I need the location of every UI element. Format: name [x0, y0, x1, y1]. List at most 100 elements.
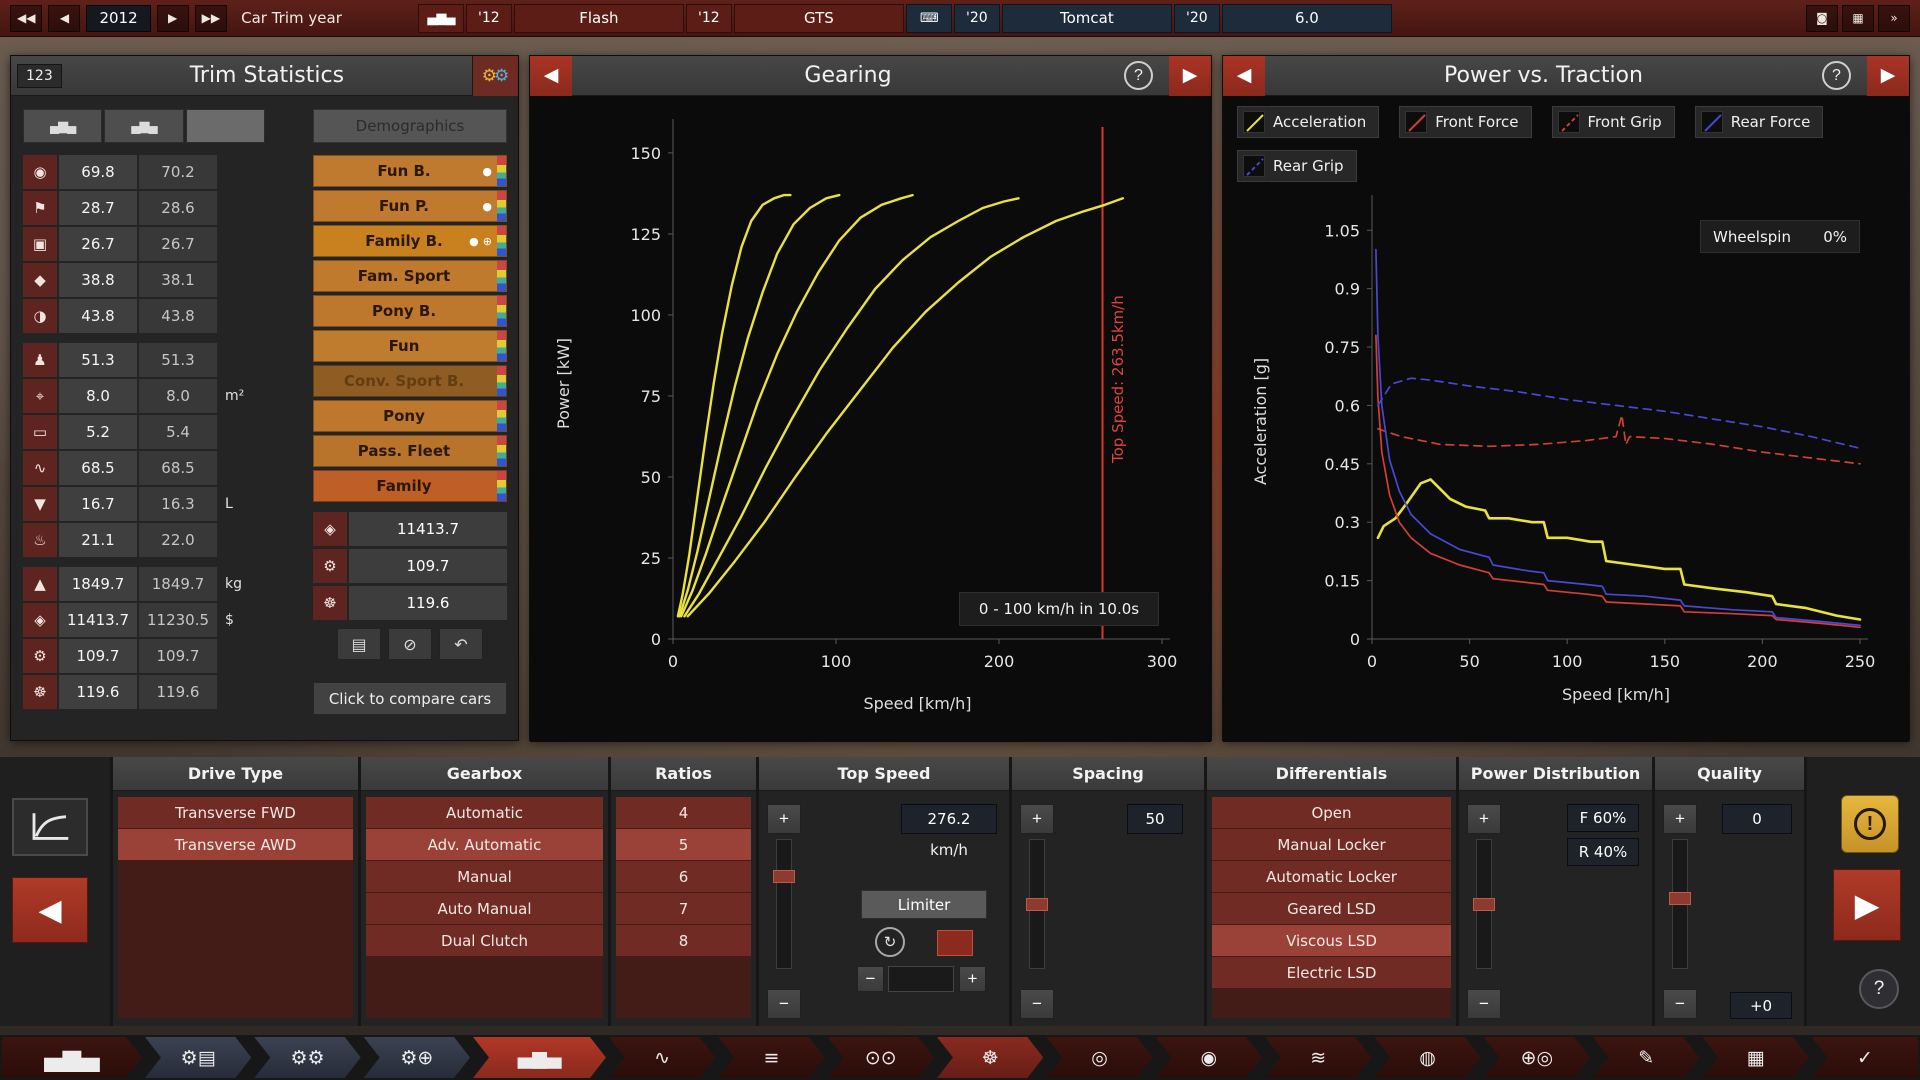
quality-decrease-button[interactable]: −: [1663, 989, 1697, 1019]
lights-fixtures-tab[interactable]: ⊙⊙: [828, 1037, 934, 1078]
engine-tuning-tab[interactable]: ⚙⊕: [364, 1037, 470, 1078]
gearbox-option[interactable]: Dual Clutch: [366, 925, 603, 956]
gearbox-option[interactable]: Automatic: [366, 797, 603, 828]
differentials-option[interactable]: Automatic Locker: [1212, 861, 1451, 892]
top-speed-decrease-button[interactable]: −: [767, 989, 801, 1019]
compare-settings-button[interactable]: ⚙⚙: [472, 56, 518, 96]
top-speed-value[interactable]: 276.2: [901, 804, 997, 834]
top-speed-slider[interactable]: [776, 839, 792, 969]
demographic-item[interactable]: Pass. Fleet: [313, 435, 507, 467]
car-tab-year[interactable]: '12: [686, 4, 732, 33]
car-icon[interactable]: ▄▆▄: [418, 4, 464, 33]
gearing-tab[interactable]: ☸: [937, 1037, 1043, 1078]
transmission-tab[interactable]: ▄▆▄: [473, 1037, 606, 1078]
ratios-option[interactable]: 5: [616, 829, 751, 860]
interior-gauges-tab[interactable]: ▦: [1702, 1037, 1808, 1078]
car-tab-year[interactable]: '12: [466, 4, 512, 33]
legend-acceleration[interactable]: Acceleration: [1237, 106, 1379, 138]
engine-variant-tab[interactable]: ⚙⚙: [254, 1037, 360, 1078]
car-tab-name[interactable]: Tomcat: [1002, 4, 1172, 33]
speed-gauge-button[interactable]: ↻: [875, 927, 905, 957]
ratios-option[interactable]: 7: [616, 893, 751, 924]
top-speed-slider-handle[interactable]: [773, 870, 795, 883]
spacing-increase-button[interactable]: +: [1020, 804, 1054, 834]
spacing-value[interactable]: 50: [1127, 804, 1183, 834]
demographic-item[interactable]: Fam. Sport: [313, 260, 507, 292]
spacing-decrease-button[interactable]: −: [1020, 989, 1054, 1019]
help-button[interactable]: ?: [1859, 969, 1899, 1009]
photo-mode-button[interactable]: ▦: [1842, 5, 1874, 32]
gearing-next-button[interactable]: ▶: [1169, 56, 1211, 96]
spacing-slider-handle[interactable]: [1026, 898, 1048, 911]
car-tab-year[interactable]: '20: [1174, 4, 1220, 33]
undo-button[interactable]: ↶: [439, 628, 483, 660]
trim-year-prev-button[interactable]: ◀: [48, 5, 80, 32]
differentials-option[interactable]: Open: [1212, 797, 1451, 828]
brakes-tab[interactable]: ◍: [1374, 1037, 1480, 1078]
power-prev-button[interactable]: ◀: [1223, 56, 1265, 96]
demographic-item[interactable]: Conv. Sport B.: [313, 365, 507, 397]
demographic-item[interactable]: Family B.●⊕: [313, 225, 507, 257]
differentials-option[interactable]: Geared LSD: [1212, 893, 1451, 924]
car-body-tab[interactable]: ▄▆▄: [2, 1037, 142, 1078]
gearing-help-button[interactable]: ?: [1124, 61, 1153, 90]
finish-tab[interactable]: ✓: [1812, 1037, 1918, 1078]
car-tab-name[interactable]: Flash: [514, 4, 684, 33]
spacing-slider[interactable]: [1029, 839, 1045, 969]
power-distribution-increase-button[interactable]: +: [1467, 804, 1501, 834]
previous-section-button[interactable]: ◀: [12, 877, 88, 943]
demographic-item[interactable]: Pony B.: [313, 295, 507, 327]
quality-slider[interactable]: [1672, 839, 1688, 969]
power-distribution-decrease-button[interactable]: −: [1467, 989, 1501, 1019]
car-tab-name[interactable]: 6.0: [1222, 4, 1392, 33]
trim-year-last-button[interactable]: ▶▶: [195, 5, 227, 32]
demographic-item[interactable]: Fun P.●: [313, 190, 507, 222]
current-trim-button[interactable]: ▄▆▄: [23, 109, 102, 143]
top-speed-fine-increase-button[interactable]: +: [959, 966, 986, 992]
demographic-item[interactable]: Fun: [313, 330, 507, 362]
notes-button[interactable]: ▤: [337, 628, 381, 660]
advance-button[interactable]: »: [1878, 5, 1910, 32]
gearbox-option[interactable]: Auto Manual: [366, 893, 603, 924]
graph-toggle-button[interactable]: [12, 798, 88, 856]
legend-front-grip[interactable]: Front Grip: [1552, 106, 1675, 138]
power-distribution-slider-handle[interactable]: [1473, 898, 1495, 911]
drive-type-option[interactable]: Transverse FWD: [118, 797, 353, 828]
next-section-button[interactable]: ▶: [1833, 869, 1901, 941]
disable-button[interactable]: ⊘: [388, 628, 432, 660]
paint-tab[interactable]: ✎: [1593, 1037, 1699, 1078]
aero-tab[interactable]: ≋: [1265, 1037, 1371, 1078]
trim-year-next-button[interactable]: ▶: [157, 5, 189, 32]
drive-type-option[interactable]: Transverse AWD: [118, 829, 353, 860]
legend-front-force[interactable]: Front Force: [1399, 106, 1531, 138]
ratios-option[interactable]: 8: [616, 925, 751, 956]
compare-trim-button[interactable]: ▄▆▄: [104, 109, 183, 143]
demographic-item[interactable]: Family: [313, 470, 507, 502]
differentials-option[interactable]: Viscous LSD: [1212, 925, 1451, 956]
car-tab-year[interactable]: '20: [954, 4, 1000, 33]
tires-tab[interactable]: ◉: [1156, 1037, 1262, 1078]
warning-button[interactable]: !: [1841, 795, 1899, 853]
quality-slider-handle[interactable]: [1669, 892, 1691, 905]
demographic-item[interactable]: Fun B.●: [313, 155, 507, 187]
rims-tab[interactable]: ◎: [1046, 1037, 1152, 1078]
stats-mode-badge[interactable]: 123: [17, 64, 62, 88]
camera-button[interactable]: ◙: [1806, 5, 1838, 32]
limiter-indicator[interactable]: [937, 930, 973, 956]
top-speed-fine-input[interactable]: [888, 966, 954, 992]
gearbox-option[interactable]: Adv. Automatic: [366, 829, 603, 860]
wheels-brakes-tab[interactable]: ⊕◎: [1484, 1037, 1590, 1078]
keyboard-icon[interactable]: ⌨: [906, 4, 952, 33]
demographic-item[interactable]: Pony: [313, 400, 507, 432]
limiter-button[interactable]: Limiter: [861, 890, 987, 919]
ratios-option[interactable]: 6: [616, 861, 751, 892]
top-speed-fine-decrease-button[interactable]: −: [857, 966, 884, 992]
car-tab-name[interactable]: GTS: [734, 4, 904, 33]
suspension-tab[interactable]: ∿: [609, 1037, 715, 1078]
legend-rear-grip[interactable]: Rear Grip: [1237, 150, 1357, 182]
gearbox-tab[interactable]: ≡: [718, 1037, 824, 1078]
differentials-option[interactable]: Electric LSD: [1212, 957, 1451, 988]
quality-value[interactable]: 0: [1722, 804, 1792, 834]
gearing-prev-button[interactable]: ◀: [530, 56, 572, 96]
power-distribution-slider[interactable]: [1476, 839, 1492, 969]
